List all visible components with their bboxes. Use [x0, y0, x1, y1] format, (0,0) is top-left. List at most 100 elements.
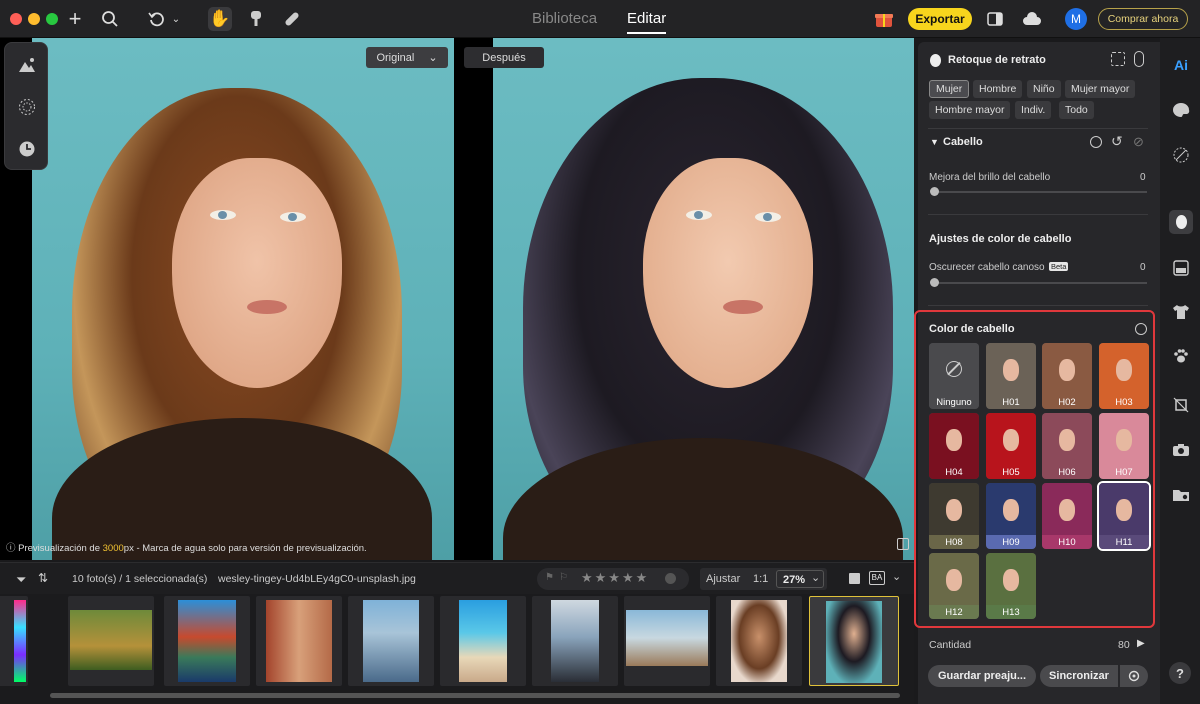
panel-title: Retoque de retrato	[948, 54, 1046, 66]
fit-button[interactable]: Ajustar	[706, 573, 740, 585]
brush-tool-icon[interactable]	[244, 7, 268, 31]
color-label-icon[interactable]	[665, 573, 676, 584]
collapse-triangle-icon[interactable]: ▼	[930, 137, 939, 147]
face-detect-icon[interactable]	[1111, 52, 1125, 66]
reject-flag-icon[interactable]: ⚐	[559, 572, 568, 583]
gray-hair-value: 0	[1140, 262, 1146, 273]
file-name: wesley-tingey-Ud4bLEy4gC0-unsplash.jpg	[218, 573, 416, 585]
gray-hair-slider-knob[interactable]	[930, 278, 939, 287]
image-canvas[interactable]	[0, 38, 914, 560]
crop-icon[interactable]	[1169, 393, 1193, 417]
expand-right-icon[interactable]: ▶	[1137, 638, 1145, 649]
compare-toggle-icon[interactable]	[1134, 51, 1144, 67]
beta-badge: Beta	[1049, 262, 1069, 271]
brightness-label: Mejora del brillo del cabello	[929, 172, 1051, 183]
texture-icon[interactable]	[1169, 143, 1193, 167]
undo-icon[interactable]	[145, 7, 169, 31]
hand-tool-icon[interactable]: ✋	[208, 7, 232, 31]
after-view-label: Después	[464, 47, 544, 68]
thumbnail[interactable]	[716, 596, 802, 686]
thumbnail-selected[interactable]	[809, 596, 899, 686]
close-window-button[interactable]	[10, 13, 22, 25]
search-icon[interactable]	[98, 7, 122, 31]
export-button[interactable]: Exportar	[908, 8, 972, 30]
flag-icon[interactable]: ⚑	[545, 572, 554, 583]
one-to-one-button[interactable]: 1:1	[753, 573, 768, 585]
camera-icon[interactable]	[1169, 438, 1193, 462]
background-icon[interactable]	[1169, 256, 1193, 280]
help-icon[interactable]: ?	[1169, 662, 1191, 684]
thumbnail[interactable]	[532, 596, 618, 686]
info-icon: ⓘ	[6, 543, 19, 554]
avatar[interactable]: M	[1065, 8, 1087, 30]
gray-hair-slider[interactable]	[932, 282, 1147, 284]
cloud-icon[interactable]	[1020, 7, 1044, 31]
filmstrip-scrollbar[interactable]	[50, 693, 900, 698]
before-after-view-icon[interactable]: BA	[869, 571, 885, 585]
undo-history-chevron-icon[interactable]: ⌄	[169, 7, 183, 31]
chip-hombre-mayor[interactable]: Hombre mayor	[929, 101, 1011, 119]
zoom-window-button[interactable]	[46, 13, 58, 25]
before-photo	[32, 38, 454, 560]
thumbnail[interactable]	[0, 596, 28, 686]
folder-settings-icon[interactable]	[1169, 483, 1193, 507]
hair-section-title[interactable]: Cabello	[943, 136, 983, 148]
chevron-down-icon: ⌄	[811, 572, 821, 584]
compare-view-icon[interactable]	[897, 538, 909, 550]
minimize-window-button[interactable]	[28, 13, 40, 25]
thumbnail[interactable]	[440, 596, 526, 686]
amount-value: 80	[1118, 639, 1130, 651]
brightness-slider[interactable]	[932, 191, 1147, 193]
single-view-icon[interactable]	[849, 573, 860, 584]
before-view-dropdown[interactable]: Original ⌄	[366, 47, 448, 68]
pet-icon[interactable]	[1169, 344, 1193, 368]
sort-icon[interactable]: ⇅	[38, 571, 48, 585]
portrait-tab-icon[interactable]	[1169, 210, 1193, 234]
thumbnail[interactable]	[348, 596, 434, 686]
zoom-dropdown[interactable]: 27% ⌄	[776, 570, 824, 588]
ai-enhance-icon[interactable]	[15, 53, 39, 77]
thumbnail[interactable]	[624, 596, 710, 686]
chip-hombre[interactable]: Hombre	[973, 80, 1023, 98]
save-preset-button[interactable]: Guardar preaju...	[928, 665, 1036, 687]
noise-icon[interactable]	[15, 95, 39, 119]
filmstrip	[0, 594, 914, 704]
ai-icon[interactable]: Ai	[1169, 53, 1193, 77]
chip-mujer[interactable]: Mujer	[929, 80, 970, 98]
filter-icon[interactable]: ⏷	[16, 572, 30, 587]
tab-editar[interactable]: Editar	[627, 10, 667, 34]
erase-icon[interactable]: ⊘	[1133, 134, 1144, 150]
brightness-value: 0	[1140, 172, 1146, 183]
chevron-down-icon[interactable]: ⌄	[892, 570, 901, 583]
buy-now-button[interactable]: Comprar ahora	[1098, 8, 1188, 30]
after-photo	[493, 38, 914, 560]
brightness-slider-knob[interactable]	[930, 187, 939, 196]
filmstrip-toolbar: ⏷ ⇅ 10 foto(s) / 1 seleccionada(s) wesle…	[0, 562, 914, 594]
thumbnail[interactable]	[68, 596, 154, 686]
gift-icon[interactable]	[872, 7, 896, 31]
history-icon[interactable]	[15, 137, 39, 161]
star-rating[interactable]: ★★★★★	[581, 570, 649, 586]
thumbnail[interactable]	[256, 596, 342, 686]
sync-button[interactable]: Sincronizar	[1040, 665, 1118, 687]
amount-label: Cantidad	[929, 639, 972, 651]
left-tool-palette	[4, 42, 48, 170]
rating-bar: ⚑ ⚐ ★★★★★	[537, 568, 689, 590]
photo-count: 10 foto(s) / 1 seleccionada(s)	[72, 573, 208, 585]
zoom-controls: Ajustar 1:1 27% ⌄	[700, 568, 827, 590]
chip-todo[interactable]: Todo	[1059, 101, 1094, 119]
chip-nino[interactable]: Niño	[1027, 80, 1061, 98]
clothing-icon[interactable]	[1169, 300, 1193, 324]
bandage-tool-icon[interactable]	[280, 7, 304, 31]
add-icon[interactable]: +	[63, 6, 87, 31]
visibility-eye-icon[interactable]	[1090, 136, 1102, 148]
thumbnail[interactable]	[164, 596, 250, 686]
palette-icon[interactable]	[1169, 98, 1193, 122]
panel-toggle-icon[interactable]	[983, 7, 1007, 31]
tab-biblioteca[interactable]: Biblioteca	[532, 10, 597, 27]
sync-settings-icon[interactable]	[1120, 665, 1148, 687]
reset-icon[interactable]: ↺	[1111, 133, 1123, 150]
chip-mujer-mayor[interactable]: Mujer mayor	[1065, 80, 1136, 98]
portrait-icon	[930, 54, 941, 67]
chip-indiv[interactable]: Indiv.	[1015, 101, 1052, 119]
